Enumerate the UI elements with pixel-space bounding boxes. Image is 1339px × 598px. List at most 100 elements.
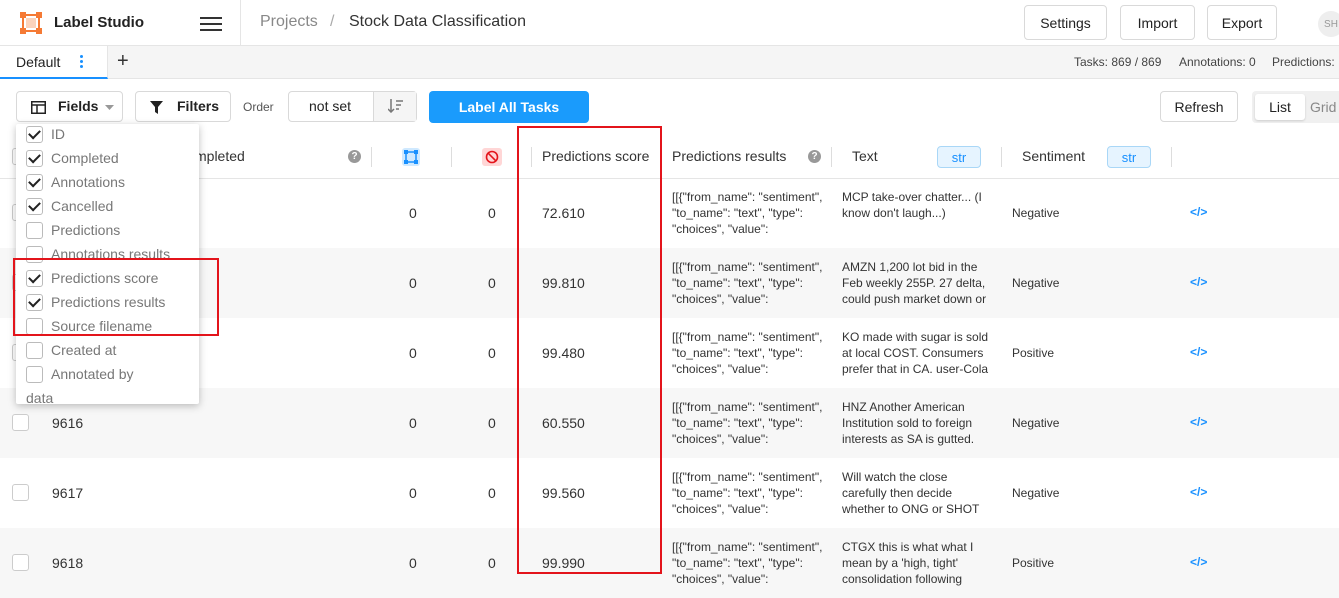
column-divider [451,147,452,167]
field-option[interactable]: Created at [26,340,191,360]
code-icon[interactable]: </> [1190,415,1207,429]
tab-default-label: Default [16,54,61,70]
table-header: mpleted ? Predictions score Predictions … [0,135,1339,179]
prediction-result-text: [[{"from_name": "sentiment", [672,470,823,484]
import-button[interactable]: Import [1120,5,1195,40]
code-icon[interactable]: </> [1190,555,1207,569]
help-icon[interactable]: ? [348,150,361,163]
field-option[interactable]: Completed [26,148,191,168]
fields-button[interactable]: Fields [16,91,123,122]
cancelled-column-icon[interactable] [482,148,502,166]
field-option[interactable]: Predictions [26,220,191,240]
code-icon[interactable]: </> [1190,345,1207,359]
field-checkbox[interactable] [26,149,43,167]
task-text: KO made with sugar is sold [842,330,989,344]
top-bar: Label Studio Projects / Stock Data Class… [0,0,1339,46]
menu-hamburger-icon[interactable] [200,13,222,33]
sort-direction-button[interactable] [374,92,416,121]
task-text: interests as SA is gutted. [842,432,975,446]
predictions-count: Predictions: [1272,55,1335,69]
annotations-column-icon[interactable] [402,148,420,166]
task-text: MCP take-over chatter... (I [842,190,982,204]
filter-icon [150,101,163,114]
refresh-button[interactable]: Refresh [1160,91,1238,122]
sentiment-value: Negative [1012,206,1060,220]
task-text: could push market down or [842,292,987,306]
row-checkbox[interactable] [12,414,29,431]
field-option[interactable]: ID [26,124,191,144]
field-option-label: Cancelled [51,198,114,214]
code-icon[interactable]: </> [1190,485,1207,499]
code-icon[interactable]: </> [1190,205,1207,219]
sentiment-value: Negative [1012,276,1060,290]
field-option[interactable]: Annotations [26,172,191,192]
field-checkbox[interactable] [26,221,43,239]
field-option[interactable]: data [26,388,191,404]
field-option-label: Annotated by [51,366,134,382]
label-studio-logo-icon[interactable] [20,12,42,34]
order-value[interactable]: not set [309,98,351,114]
field-option-label: Created at [51,342,117,358]
label-all-tasks-button[interactable]: Label All Tasks [429,91,589,123]
field-option-label: data [26,390,54,404]
add-tab-icon[interactable]: + [117,50,129,73]
sentiment-value: Positive [1012,346,1055,360]
field-option-label: Annotations [51,174,125,190]
table-row[interactable]: 9617 0 0 99.560 [[{"from_name": "sentiment",… [0,458,1339,528]
tabs-row: Default + Tasks: 869 / 869 Annotations: … [0,46,1339,79]
filters-button[interactable]: Filters [135,91,231,122]
order-control[interactable]: not set [288,91,417,122]
columns-icon [31,101,46,114]
field-option-label: Completed [51,150,119,166]
tab-default[interactable]: Default [0,46,108,79]
task-id: 9618 [52,555,84,571]
column-completed[interactable]: mpleted [195,148,245,164]
breadcrumb-projects[interactable]: Projects [260,13,318,31]
prediction-result-text: "to_name": "text", "type": [672,556,803,570]
table-row[interactable]: 9618 0 0 99.990 [[{"from_name": "sentiment",… [0,528,1339,598]
column-predictions-results[interactable]: Predictions results [672,148,786,164]
header-divider [240,0,241,46]
field-checkbox[interactable] [26,197,43,215]
cancelled-count: 0 [488,275,496,291]
annotations-count: Annotations: 0 [1179,55,1256,69]
field-option[interactable]: Cancelled [26,196,191,216]
table-row[interactable]: 9616 0 0 60.550 [[{"from_name": "sentiment",… [0,388,1339,458]
tab-options-icon[interactable] [80,55,84,69]
task-text: CTGX this is what what I [842,540,974,554]
field-checkbox[interactable] [26,125,43,143]
task-text: consolidation following [842,572,963,586]
field-option[interactable]: Annotated by [26,364,191,384]
text-type-badge: str [937,146,981,168]
field-checkbox[interactable] [26,341,43,359]
export-button[interactable]: Export [1207,5,1277,40]
field-checkbox[interactable] [26,173,43,191]
cancelled-count: 0 [488,415,496,431]
list-view-button[interactable]: List [1255,94,1305,120]
settings-button[interactable]: Settings [1024,5,1107,40]
field-option-label: Predictions [51,222,121,238]
cancelled-count: 0 [488,345,496,361]
help-icon[interactable]: ? [808,150,821,163]
prediction-result-text: "to_name": "text", "type": [672,346,803,360]
task-text: at local COST. Consumers [842,346,984,360]
prediction-result-text: [[{"from_name": "sentiment", [672,190,823,204]
field-option-label: ID [51,126,65,142]
field-checkbox[interactable] [26,365,43,383]
code-icon[interactable]: </> [1190,275,1207,289]
column-text[interactable]: Text [852,148,878,164]
highlight-predictions-fields [13,258,219,336]
column-divider [1171,147,1172,167]
row-checkbox[interactable] [12,484,29,501]
grid-view-button[interactable]: Grid [1310,99,1336,115]
task-id: 9616 [52,415,84,431]
app-title: Label Studio [54,14,144,31]
task-text: mean by a 'high, tight' [842,556,958,570]
column-sentiment[interactable]: Sentiment [1022,148,1085,164]
task-text: HNZ Another American [842,400,965,414]
row-checkbox[interactable] [12,554,29,571]
user-avatar[interactable]: SH [1318,11,1339,37]
table-row[interactable]: 0 0 72.610 [[{"from_name": "sentiment", "to_… [0,178,1339,248]
column-divider [371,147,372,167]
annotations-count: 0 [409,555,417,571]
